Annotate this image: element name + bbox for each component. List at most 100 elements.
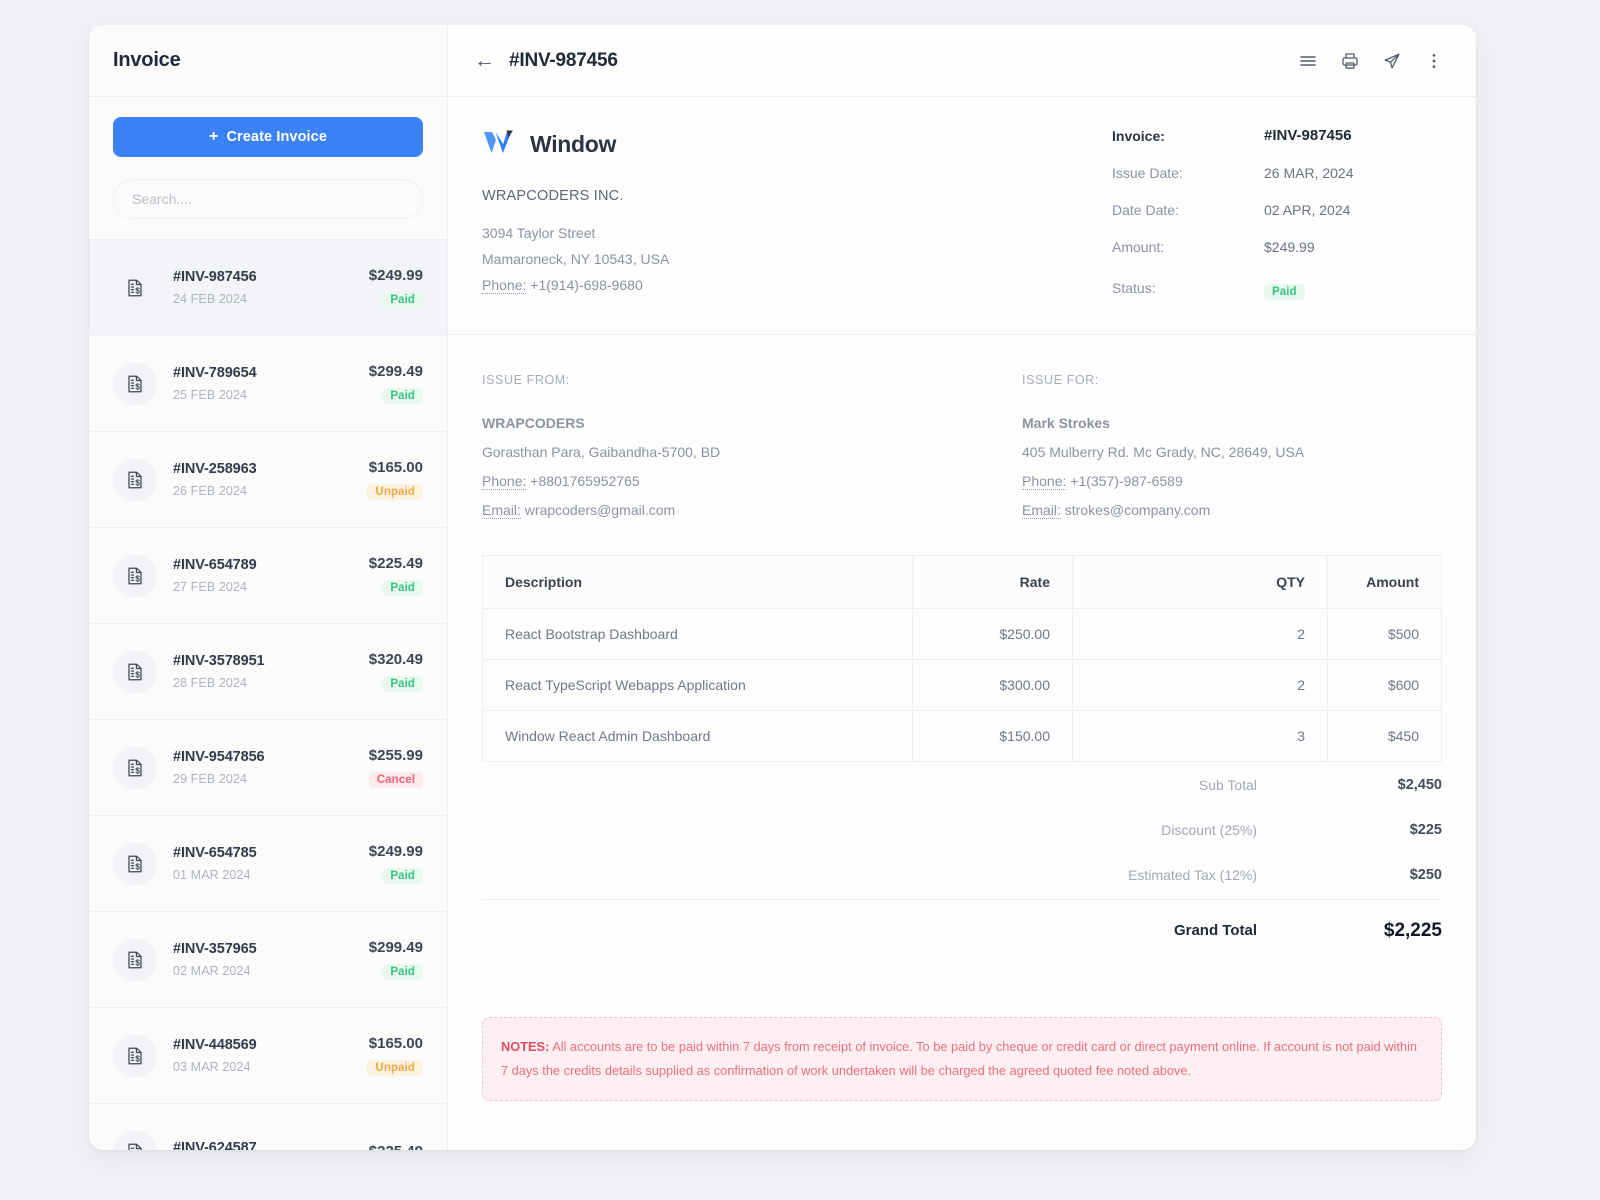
svg-text:$: $: [135, 1149, 140, 1150]
invoice-list-item[interactable]: $ #INV-789654 25 FEB 2024 $299.49 Paid: [89, 336, 447, 432]
invoice-list-item[interactable]: $ #INV-654789 27 FEB 2024 $225.49 Paid: [89, 528, 447, 624]
invoice-item-main: #INV-987456 24 FEB 2024: [173, 269, 353, 306]
phone-value: +1(914)-698-9680: [530, 277, 643, 293]
svg-text:$: $: [135, 861, 140, 871]
status-badge: Paid: [382, 580, 423, 596]
invoice-list-item[interactable]: $ #INV-654785 01 MAR 2024 $249.99 Paid: [89, 816, 447, 912]
invoice-list[interactable]: $ #INV-987456 24 FEB 2024 $249.99 Paid $ #INV-…: [89, 239, 447, 1150]
create-invoice-button[interactable]: + Create Invoice: [113, 117, 423, 157]
invoice-meta-label: Date Date:: [1112, 202, 1179, 218]
invoice-list-item[interactable]: $ #INV-357965 02 MAR 2024 $299.49 Paid: [89, 912, 447, 1008]
invoice-item-main: #INV-789654 25 FEB 2024: [173, 365, 353, 402]
invoice-item-amount: $249.99: [368, 843, 423, 860]
invoice-item-amount: $225.49: [368, 555, 423, 572]
item-qty: 3: [1072, 710, 1328, 762]
column-header: QTY: [1072, 555, 1328, 609]
total-label: Sub Total: [1198, 776, 1257, 793]
invoice-item-amount: $320.49: [368, 651, 423, 668]
item-qty: 2: [1072, 659, 1328, 711]
email-value: wrapcoders@gmail.com: [524, 502, 676, 518]
invoice-item-right: $320.49 Paid: [369, 651, 423, 692]
invoice-item-id: #INV-789654: [173, 365, 257, 381]
table-header-row: Description Rate QTY Amount: [482, 555, 1442, 609]
item-amount: $600: [1327, 659, 1442, 711]
print-icon[interactable]: [1340, 51, 1360, 71]
invoice-item-right: $299.49 Paid: [369, 363, 423, 404]
invoice-item-main: #INV-3578951 28 FEB 2024: [173, 653, 353, 690]
svg-text:$: $: [135, 381, 140, 391]
status-badge: Cancel: [368, 772, 423, 788]
invoice-list-item[interactable]: $ #INV-987456 24 FEB 2024 $249.99 Paid: [89, 240, 447, 336]
phone-label: Phone:: [482, 277, 527, 294]
company-address-line-2: Mamaroneck, NY 10543, USA: [482, 251, 670, 267]
notes-body: All accounts are to be paid within 7 day…: [501, 1039, 1417, 1078]
issue-from-name: WRAPCODERS: [482, 415, 585, 431]
item-description: React Bootstrap Dashboard: [482, 608, 913, 660]
phone-value: +8801765952765: [530, 473, 640, 489]
invoice-meta-label: Issue Date:: [1112, 165, 1183, 181]
invoice-meta-value: $249.99: [1264, 239, 1315, 255]
issue-for-email: Email: strokes@company.com: [1022, 496, 1442, 525]
invoice-item-id: #INV-987456: [173, 269, 257, 285]
item-description: React TypeScript Webapps Application: [482, 659, 913, 711]
invoice-item-date: 27 FEB 2024: [173, 580, 248, 594]
status-badge: Paid: [382, 868, 423, 884]
invoice-meta-value: #INV-987456: [1264, 127, 1352, 144]
table-row: Window React Admin Dashboard $150.00 3 $450: [482, 710, 1442, 762]
company-address-line-1: 3094 Taylor Street: [482, 225, 596, 241]
item-qty: 2: [1072, 608, 1328, 660]
invoice-list-item[interactable]: $ #INV-258963 26 FEB 2024 $165.00 Unpaid: [89, 432, 447, 528]
invoice-item-main: #INV-624587: [173, 1140, 353, 1150]
invoice-item-date: 25 FEB 2024: [173, 388, 248, 402]
total-row: Sub Total $2,450: [482, 762, 1442, 807]
item-rate: $150.00: [912, 710, 1073, 762]
total-label: Discount (25%): [1161, 821, 1257, 838]
invoice-meta-value: 26 MAR, 2024: [1264, 165, 1354, 181]
invoice-item-id: #INV-357965: [173, 941, 257, 957]
svg-text:$: $: [135, 765, 140, 775]
phone-label: Phone:: [1022, 473, 1067, 490]
invoice-item-id: #INV-654789: [173, 557, 257, 573]
line-items-container: Description Rate QTY Amount React Bootstrap…: [448, 555, 1476, 762]
issue-from-block: ISSUE FROM: WRAPCODERS Gorasthan Para, G…: [482, 373, 1002, 525]
svg-text:$: $: [135, 285, 140, 295]
invoice-item-main: #INV-448569 03 MAR 2024: [173, 1037, 351, 1074]
issue-for-label: ISSUE FOR:: [1022, 373, 1099, 387]
total-label: Estimated Tax (12%): [1128, 866, 1257, 883]
invoice-item-amount: $299.49: [368, 363, 423, 380]
invoice-list-item[interactable]: $ #INV-448569 03 MAR 2024 $165.00 Unpaid: [89, 1008, 447, 1104]
invoice-list-item[interactable]: $ #INV-9547856 29 FEB 2024 $255.99 Cancel: [89, 720, 447, 816]
invoice-item-main: #INV-654789 27 FEB 2024: [173, 557, 353, 594]
list-icon[interactable]: [1298, 51, 1318, 71]
column-header: Description: [482, 555, 913, 609]
total-value: $2,450: [1397, 776, 1442, 793]
invoice-item-right: $299.49 Paid: [369, 939, 423, 980]
invoice-meta-row: Invoice: #INV-987456: [1112, 127, 1442, 144]
invoice-document-icon: $: [113, 841, 157, 886]
totals-block: Sub Total $2,450 Discount (25%) $225 Estimat…: [448, 762, 1476, 961]
invoice-item-main: #INV-654785 01 MAR 2024: [173, 845, 353, 882]
table-row: React Bootstrap Dashboard $250.00 2 $500: [482, 608, 1442, 660]
invoice-detail-panel: ← #INV-987456 Window WRAPCODERS INC. 309…: [448, 25, 1476, 1150]
invoice-list-item[interactable]: $ #INV-3578951 28 FEB 2024 $320.49 Paid: [89, 624, 447, 720]
status-badge: Unpaid: [367, 1060, 423, 1076]
invoice-item-right: $165.00 Unpaid: [367, 459, 423, 500]
grand-total-row: Grand Total $2,225: [482, 899, 1442, 961]
invoice-item-date: 01 MAR 2024: [173, 868, 251, 882]
invoice-list-item[interactable]: $ #INV-624587 $225.49: [89, 1104, 447, 1150]
email-label: Email:: [1022, 502, 1061, 519]
search-input[interactable]: [113, 179, 423, 219]
invoice-meta-row: Amount: $249.99: [1112, 239, 1442, 255]
invoice-meta-row: Status: Paid: [1112, 276, 1442, 300]
more-vertical-icon[interactable]: [1424, 51, 1444, 71]
send-icon[interactable]: [1382, 51, 1402, 71]
notes-box: NOTES: All accounts are to be paid withi…: [482, 1017, 1442, 1101]
back-arrow-icon[interactable]: ←: [474, 50, 495, 71]
issue-for-phone: Phone: +1(357)-987-6589: [1022, 467, 1442, 496]
phone-value: +1(357)-987-6589: [1070, 473, 1183, 489]
invoice-meta-value: 02 APR, 2024: [1264, 202, 1351, 218]
svg-text:$: $: [135, 573, 140, 583]
svg-text:$: $: [135, 957, 140, 967]
sidebar-header: Invoice: [89, 25, 447, 97]
page-title: Invoice: [113, 49, 181, 71]
